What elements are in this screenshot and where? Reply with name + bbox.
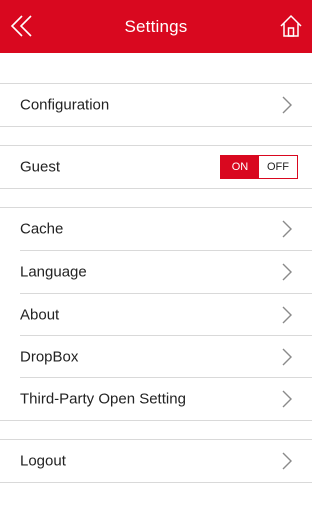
section-divider bbox=[0, 126, 312, 127]
home-icon bbox=[280, 14, 302, 37]
chevron-right-icon bbox=[282, 348, 292, 366]
chevron-right-icon bbox=[282, 96, 292, 114]
logout-row[interactable]: Logout bbox=[0, 440, 312, 482]
chevron-right-icon bbox=[282, 452, 292, 470]
language-row[interactable]: Language bbox=[0, 251, 312, 293]
page-title: Settings bbox=[124, 16, 188, 36]
configuration-label: Configuration bbox=[20, 96, 110, 114]
cache-row[interactable]: Cache bbox=[0, 208, 312, 250]
third-party-open-setting-row[interactable]: Third-Party Open Setting bbox=[0, 378, 312, 420]
configuration-row[interactable]: Configuration bbox=[0, 84, 312, 126]
section-divider bbox=[0, 420, 312, 421]
back-button[interactable] bbox=[8, 11, 36, 41]
double-chevron-left-icon bbox=[10, 15, 32, 37]
third-party-open-setting-label: Third-Party Open Setting bbox=[20, 390, 186, 408]
guest-label: Guest bbox=[20, 158, 61, 176]
language-label: Language bbox=[20, 263, 87, 281]
toggle-on-option[interactable]: ON bbox=[221, 156, 259, 178]
about-label: About bbox=[20, 306, 60, 324]
chevron-right-icon bbox=[282, 263, 292, 281]
chevron-right-icon bbox=[282, 220, 292, 238]
chevron-right-icon bbox=[282, 306, 292, 324]
section-divider bbox=[0, 188, 312, 189]
guest-toggle[interactable]: ON OFF bbox=[220, 155, 298, 179]
chevron-right-icon bbox=[282, 390, 292, 408]
guest-row: Guest ON OFF bbox=[0, 146, 312, 188]
cache-label: Cache bbox=[20, 220, 64, 238]
toggle-off-option[interactable]: OFF bbox=[259, 156, 297, 178]
dropbox-label: DropBox bbox=[20, 348, 79, 366]
about-row[interactable]: About bbox=[0, 294, 312, 336]
top-bar: Settings bbox=[0, 0, 312, 53]
dropbox-row[interactable]: DropBox bbox=[0, 336, 312, 378]
home-button[interactable] bbox=[276, 11, 306, 41]
logout-label: Logout bbox=[20, 452, 66, 470]
section-divider bbox=[0, 482, 312, 483]
